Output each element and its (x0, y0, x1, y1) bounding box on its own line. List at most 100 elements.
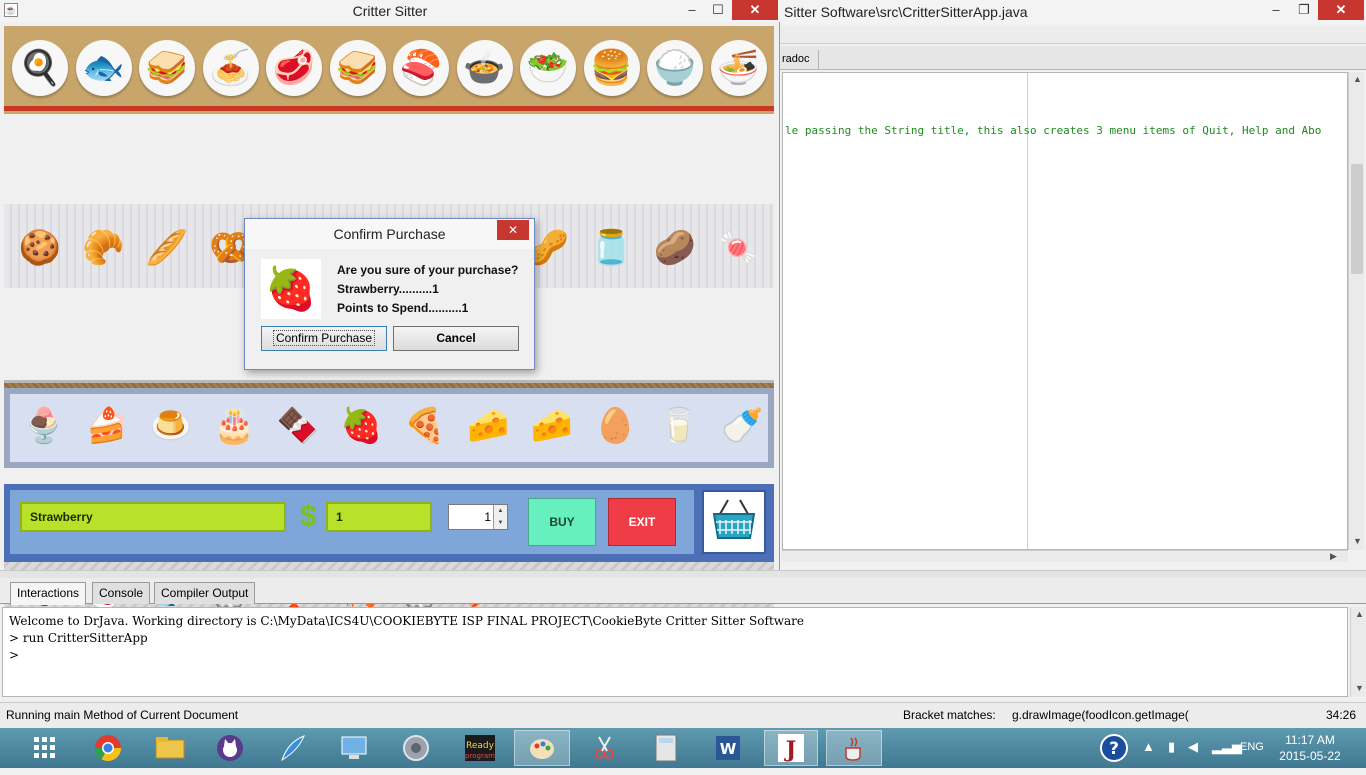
language-indicator[interactable]: ENG (1240, 741, 1264, 753)
status-message: Running main Method of Current Document (6, 708, 239, 722)
food-item-meals-3[interactable]: 🍝 (202, 40, 259, 96)
svg-text:?: ? (1109, 739, 1119, 759)
food-item-dairy-1[interactable]: 🍰 (80, 398, 136, 454)
basket-icon (712, 499, 756, 539)
food-item-snacks-2[interactable]: 🥖 (139, 220, 195, 276)
spinner-down-icon[interactable]: ▼ (493, 517, 507, 529)
scroll-down-icon[interactable]: ▼ (1355, 683, 1364, 693)
show-hidden-icons-icon[interactable]: ▲ (1142, 739, 1155, 754)
cat-app-icon[interactable] (204, 730, 256, 766)
cancel-button[interactable]: Cancel (393, 326, 519, 351)
critter-close-button[interactable]: ✕ (732, 0, 778, 20)
file-explorer-icon[interactable] (144, 730, 196, 766)
quantity-spinner[interactable]: 1 ▲ ▼ (448, 504, 508, 530)
confirm-purchase-button[interactable]: Confirm Purchase (261, 326, 387, 351)
exit-button[interactable]: EXIT (608, 498, 676, 546)
feather-app-icon[interactable] (266, 730, 318, 766)
food-item-snacks-0[interactable]: 🍪 (12, 220, 68, 276)
scroll-up-icon[interactable]: ▲ (1353, 74, 1362, 84)
start-button[interactable] (20, 730, 70, 766)
paint-app-icon[interactable] (514, 730, 570, 766)
pane-splitter[interactable] (0, 570, 1366, 578)
food-item-meals-7[interactable]: 🍲 (456, 40, 513, 96)
food-item-dairy-8[interactable]: 🧀 (524, 398, 580, 454)
battery-icon[interactable]: ▮ (1168, 739, 1175, 755)
scroll-down-icon[interactable]: ▼ (1353, 536, 1362, 546)
food-item-meals-1[interactable]: 🐟 (75, 40, 132, 96)
food-item-dairy-5[interactable]: 🍓 (334, 398, 390, 454)
food-item-dairy-9[interactable]: 🥚 (588, 398, 644, 454)
dialog-close-button[interactable]: ✕ (497, 220, 529, 240)
scroll-up-icon[interactable]: ▲ (1355, 609, 1364, 619)
speaker-app-icon[interactable] (390, 730, 442, 766)
food-item-dairy-7[interactable]: 🧀 (461, 398, 517, 454)
editor-close-button[interactable]: ✕ (1318, 0, 1364, 20)
volume-icon[interactable]: ◀ (1188, 739, 1198, 755)
calculator-icon[interactable] (640, 730, 692, 766)
food-item-meals-11[interactable]: 🍜 (710, 40, 767, 96)
quantity-value[interactable]: 1 (449, 505, 493, 529)
shelf-meals: 🍳 🐟 🥪 🍝 🥩 🥪 🍣 🍲 🥗 🍔 🍚 🍜 (4, 26, 774, 114)
confirm-purchase-dialog: Confirm Purchase ✕ 🍓 Are you sure of you… (244, 218, 535, 370)
food-item-dairy-6[interactable]: 🍕 (397, 398, 453, 454)
food-item-snacks-11[interactable]: 🍬 (711, 220, 767, 276)
tab-interactions[interactable]: Interactions (10, 582, 87, 605)
tab-compiler-output[interactable]: Compiler Output (154, 582, 256, 604)
ready-to-program-icon[interactable]: Ready program (454, 730, 506, 766)
snipping-tool-icon[interactable] (578, 730, 630, 766)
tab-console[interactable]: Console (92, 582, 151, 604)
food-item-dairy-0[interactable]: 🍨 (16, 398, 72, 454)
food-item-dairy-3[interactable]: 🎂 (207, 398, 263, 454)
interactions-scrollbar[interactable]: ▲ ▼ (1350, 607, 1366, 697)
editor-tab-javadoc[interactable]: radoc (780, 50, 819, 70)
shelf-dairy: 🍨 🍰 🍮 🎂 🍫 🍓 🍕 🧀 🧀 🥚 🥛 🍼 (4, 388, 774, 468)
code-editor[interactable]: le passing the String title, this also c… (782, 72, 1348, 550)
editor-scroll-thumb[interactable] (1351, 164, 1363, 274)
food-item-dairy-11[interactable]: 🍼 (715, 398, 771, 454)
food-item-dairy-4[interactable]: 🍫 (270, 398, 326, 454)
dialog-item-line: Strawberry..........1 (337, 282, 439, 296)
food-item-snacks-1[interactable]: 🥐 (76, 220, 132, 276)
java-app-taskbar-icon[interactable] (826, 730, 882, 766)
drjava-icon[interactable]: J (764, 730, 818, 766)
network-signal-icon[interactable]: ▂▃▅ (1212, 739, 1242, 755)
interactions-pane[interactable]: Welcome to DrJava. Working directory is … (2, 607, 1348, 697)
scroll-right-icon[interactable]: ▶ (1330, 551, 1337, 562)
shelf-stripe (4, 106, 774, 111)
dialog-titlebar: Confirm Purchase ✕ (245, 219, 534, 249)
strawberry-icon: 🍓 (261, 259, 321, 319)
critter-minimize-button[interactable]: ‒ (678, 0, 706, 20)
editor-minimize-button[interactable]: ‒ (1262, 0, 1290, 20)
food-item-meals-9[interactable]: 🍔 (583, 40, 640, 96)
food-item-snacks-9[interactable]: 🫙 (584, 220, 640, 276)
food-item-snacks-10[interactable]: 🥔 (647, 220, 703, 276)
editor-horizontal-scrollbar[interactable]: ▶ (782, 550, 1348, 562)
clock-time: 11:17 AM (1285, 733, 1335, 747)
food-item-meals-8[interactable]: 🥗 (520, 40, 576, 96)
food-item-meals-5[interactable]: 🥪 (329, 40, 386, 96)
dialog-title: Confirm Purchase (333, 226, 446, 242)
food-item-meals-10[interactable]: 🍚 (647, 40, 703, 96)
food-item-meals-4[interactable]: 🥩 (266, 40, 322, 96)
shelf-dairy-panel: 🍨 🍰 🍮 🎂 🍫 🍓 🍕 🧀 🧀 🥚 🥛 🍼 (10, 394, 768, 462)
food-item-dairy-10[interactable]: 🥛 (651, 398, 707, 454)
control-panel-icon[interactable] (328, 730, 380, 766)
critter-maximize-button[interactable]: ☐ (704, 0, 732, 20)
basket-button[interactable] (702, 490, 766, 554)
system-clock[interactable]: 11:17 AM 2015-05-22 (1270, 732, 1350, 764)
cost-field[interactable]: 1 (326, 502, 432, 532)
spinner-up-icon[interactable]: ▲ (493, 505, 507, 517)
word-icon[interactable]: W (702, 730, 754, 766)
food-item-meals-2[interactable]: 🥪 (139, 40, 195, 96)
editor-maximize-button[interactable]: ❐ (1290, 0, 1318, 20)
help-icon[interactable]: ? (1094, 730, 1134, 766)
chrome-icon[interactable] (82, 730, 134, 766)
interactions-line: Welcome to DrJava. Working directory is … (9, 614, 805, 628)
item-name-field[interactable]: Strawberry (20, 502, 286, 532)
interactions-prompt[interactable]: > (9, 648, 1341, 665)
buy-button[interactable]: BUY (528, 498, 596, 546)
editor-vertical-scrollbar[interactable]: ▲ ▼ (1348, 72, 1364, 550)
food-item-meals-6[interactable]: 🍣 (393, 40, 449, 96)
food-item-dairy-2[interactable]: 🍮 (143, 398, 199, 454)
food-item-meals-0[interactable]: 🍳 (12, 40, 68, 96)
